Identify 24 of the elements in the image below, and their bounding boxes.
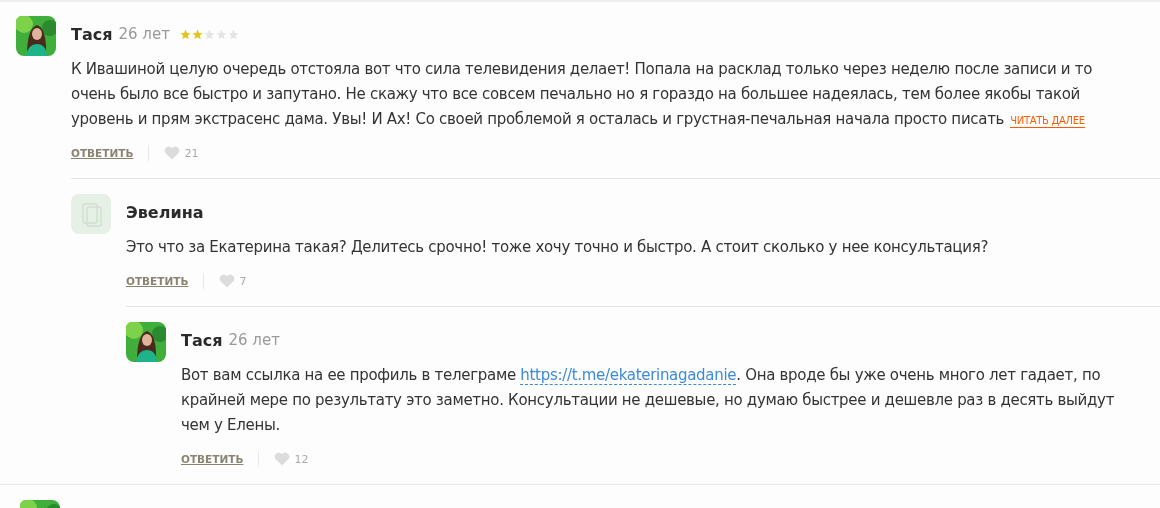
- star-icon: [227, 28, 239, 40]
- author-name: Эвелина: [126, 202, 204, 222]
- author-age: 26 лет: [228, 331, 280, 349]
- like-count: 21: [184, 146, 199, 160]
- comment-text: К Ивашиной целую очередь отстояла вот что сила телевидения делает! Попала на расклад только через неделю после записи и то очень было все быстро и запутано. Не скажу что все совсем печально но я гораздо на большее надеялась, тем более якобы такой уровень и прям экстрасенс дама. Увы! И Ах! Со своей проблемой я осталась и грустная-печальная начала просто писать ЧИТАТЬ ДАЛЕЕ: [71, 59, 1094, 130]
- star-icon: [179, 28, 191, 40]
- author-age: 26 лет: [118, 25, 170, 43]
- star-icon: [215, 28, 227, 40]
- read-more-link[interactable]: ЧИТАТЬ ДАЛЕЕ: [1010, 115, 1085, 128]
- star-icon: [191, 28, 203, 40]
- heart-icon[interactable]: [274, 452, 291, 466]
- heart-icon[interactable]: [164, 146, 181, 160]
- author-name: Тася: [71, 24, 113, 44]
- comment-text: Вот вам ссылка на ее профиль в телеграме https://t.me/ekaterinagadanie. Она вроде бы уже очень много лет гадает, по крайней мере по результату это заметно. Консультации не дешевые, но думаю быстрее и дешевле раз в десять выйдут чем у Елены.: [181, 365, 1115, 436]
- like-count: 7: [239, 274, 247, 288]
- star-icon: [203, 28, 215, 40]
- heart-icon[interactable]: [219, 274, 236, 288]
- author-name: Тася: [181, 330, 223, 350]
- telegram-link[interactable]: https://t.me/ekaterinagadanie: [520, 366, 737, 385]
- reply-link[interactable]: ОТВЕТИТЬ: [71, 147, 134, 159]
- reply-link[interactable]: ОТВЕТИТЬ: [126, 275, 189, 287]
- like-count: 12: [294, 452, 309, 466]
- comment-text: Это что за Екатерина такая? Делитесь срочно! тоже хочу точно и быстро. А стоит сколько у нее консультация?: [126, 237, 990, 258]
- reply-link[interactable]: ОТВЕТИТЬ: [181, 453, 244, 465]
